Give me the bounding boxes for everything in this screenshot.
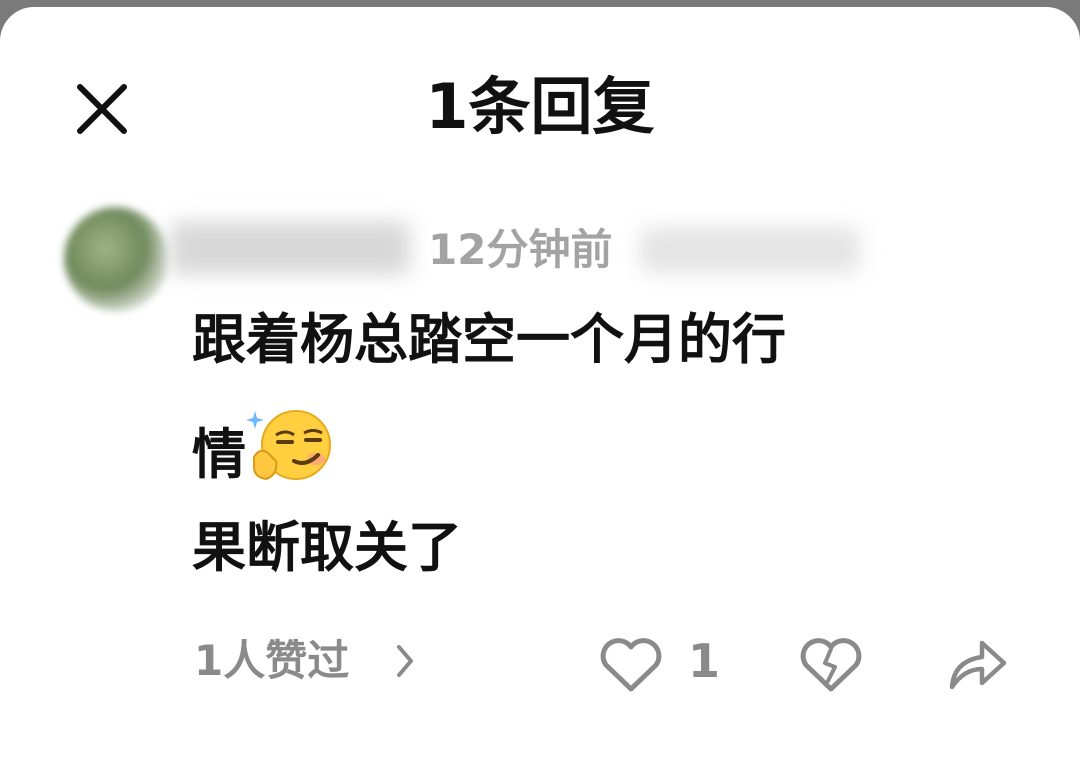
username-redacted[interactable] — [170, 221, 410, 275]
action-bar: 1人赞过 1 — [0, 627, 1080, 697]
like-count: 1 — [688, 634, 721, 688]
comment-line-2-text: 情 — [192, 423, 246, 486]
likers-link[interactable]: 1人赞过 — [194, 633, 349, 689]
chevron-right-icon[interactable] — [395, 643, 415, 679]
comment-line-1: 跟着杨总踏空一个月的行 — [192, 308, 786, 371]
sheet-title: 1条回复 — [425, 70, 655, 143]
reply-sheet: 1条回复 12分钟前 跟着杨总踏空一个月的行 情 果断取关了 1人赞过 1 — [0, 7, 1080, 779]
comment-meta: 12分钟前 — [170, 215, 870, 285]
share-icon[interactable] — [944, 633, 1010, 693]
broken-heart-icon[interactable] — [798, 635, 864, 695]
comment-line-2: 情 — [192, 409, 1022, 486]
heart-icon[interactable] — [598, 635, 664, 695]
comment-time: 12分钟前 — [428, 225, 613, 274]
location-redacted — [640, 227, 860, 273]
comment-body: 跟着杨总踏空一个月的行 情 果断取关了 — [192, 305, 1022, 583]
comment-line-3: 果断取关了 — [192, 516, 462, 579]
smirk-thinking-emoji — [246, 410, 331, 481]
avatar[interactable] — [64, 207, 168, 311]
